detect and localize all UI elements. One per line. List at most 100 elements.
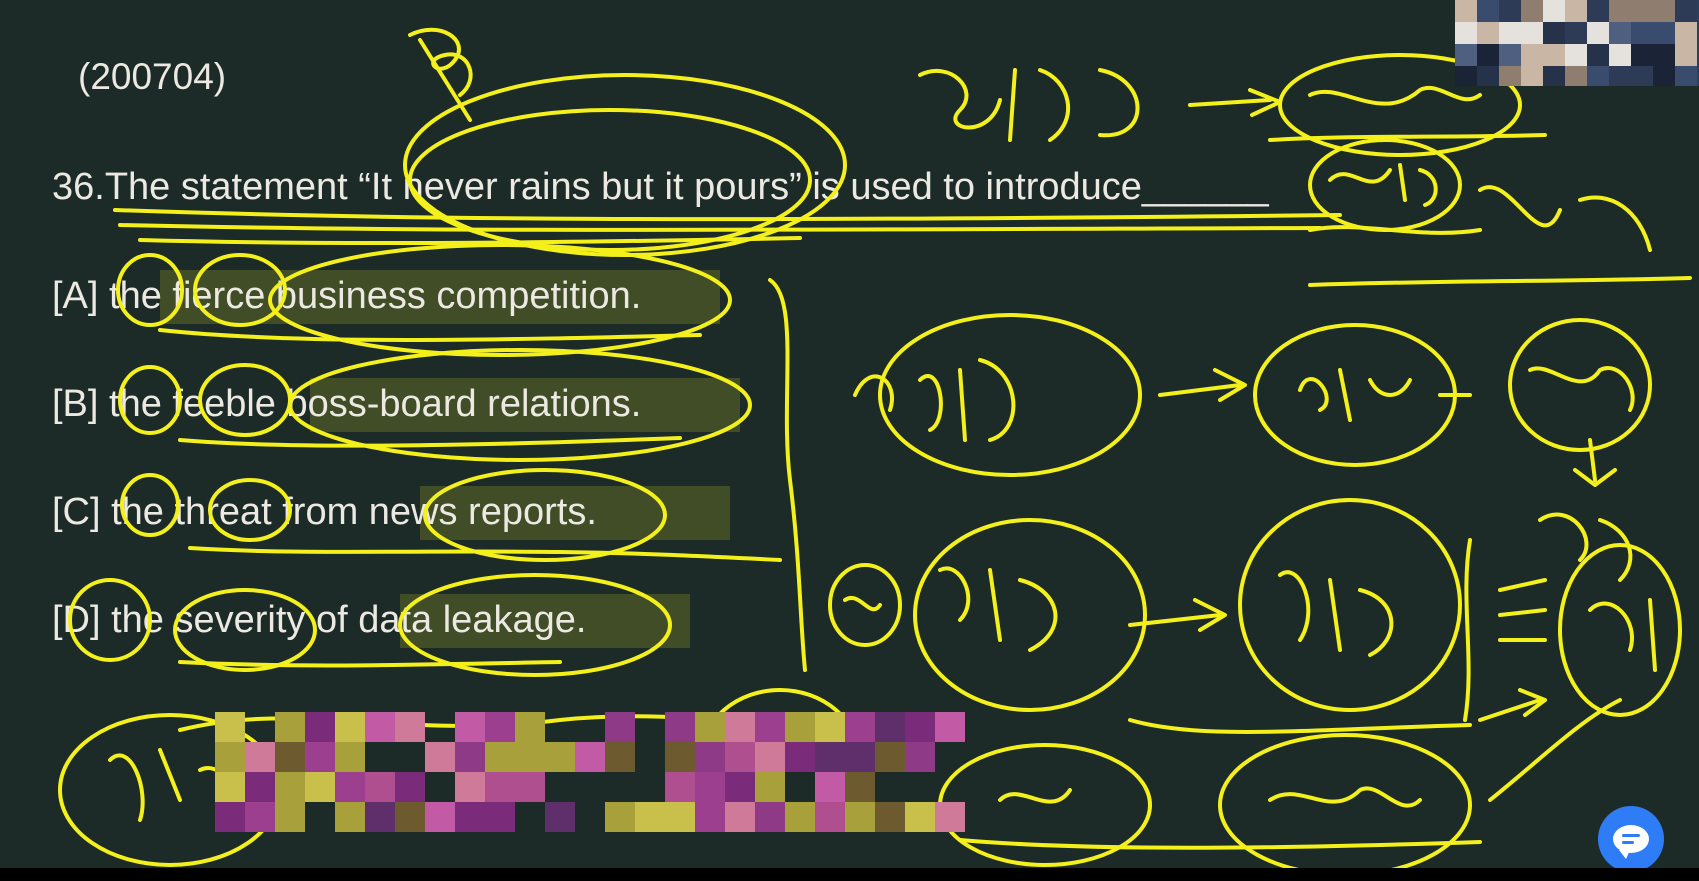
- webcam-tile: [1499, 66, 1521, 86]
- webcam-tile: [1477, 0, 1499, 22]
- mosaic-tile: [485, 802, 515, 832]
- mosaic-tile: [485, 772, 515, 802]
- mosaic-tile: [215, 742, 245, 772]
- webcam-tile: [1543, 66, 1565, 86]
- mosaic-tile: [395, 712, 425, 742]
- webcam-tile: [1631, 22, 1653, 44]
- mosaic-tile: [725, 772, 755, 802]
- mosaic-tile: [785, 742, 815, 772]
- mosaic-tile: [335, 772, 365, 802]
- mosaic-tile: [275, 742, 305, 772]
- webcam-tile: [1521, 0, 1543, 22]
- webcam-tile: [1609, 44, 1631, 66]
- webcam-tile: [1653, 0, 1675, 22]
- mosaic-tile: [545, 802, 575, 832]
- mosaic-tile: [305, 772, 335, 802]
- mosaic-tile: [665, 802, 695, 832]
- mosaic-tile: [815, 802, 845, 832]
- mosaic-tile: [665, 772, 695, 802]
- mosaic-tile: [815, 742, 845, 772]
- webcam-tile: [1543, 44, 1565, 66]
- webcam-tile: [1631, 0, 1653, 22]
- webcam-tile: [1521, 66, 1543, 86]
- mosaic-tile: [815, 772, 845, 802]
- webcam-tile: [1565, 0, 1587, 22]
- mosaic-tile: [275, 802, 305, 832]
- presenter-webcam: [1455, 0, 1699, 86]
- webcam-tile: [1477, 66, 1499, 86]
- mosaic-tile: [335, 742, 365, 772]
- mosaic-tile: [365, 712, 395, 742]
- mosaic-tile: [305, 712, 335, 742]
- webcam-tile: [1477, 44, 1499, 66]
- webcam-tile: [1565, 44, 1587, 66]
- mosaic-tile: [755, 802, 785, 832]
- mosaic-tile: [725, 742, 755, 772]
- mosaic-tile: [875, 802, 905, 832]
- mosaic-tile: [785, 712, 815, 742]
- webcam-tile: [1455, 0, 1477, 22]
- mosaic-tile: [755, 742, 785, 772]
- mosaic-tile: [725, 802, 755, 832]
- mosaic-tile: [335, 712, 365, 742]
- mosaic-tile: [875, 712, 905, 742]
- webcam-tile: [1587, 22, 1609, 44]
- webcam-tile: [1543, 0, 1565, 22]
- mosaic-tile: [905, 712, 935, 742]
- mosaic-tile: [845, 742, 875, 772]
- chat-button[interactable]: [1598, 806, 1664, 868]
- mosaic-tile: [905, 802, 935, 832]
- mosaic-tile: [275, 712, 305, 742]
- webcam-tile: [1499, 44, 1521, 66]
- webcam-tile: [1631, 44, 1653, 66]
- mosaic-tile: [845, 772, 875, 802]
- mosaic-tile: [725, 712, 755, 742]
- webcam-tile: [1565, 66, 1587, 86]
- mosaic-tile: [755, 772, 785, 802]
- webcam-tile: [1675, 66, 1697, 86]
- mosaic-tile: [695, 772, 725, 802]
- webcam-tile: [1499, 0, 1521, 22]
- mosaic-tile: [935, 712, 965, 742]
- mosaic-tile: [485, 712, 515, 742]
- mosaic-tile: [365, 772, 395, 802]
- webcam-tile: [1543, 22, 1565, 44]
- video-frame: (200704) 36.The statement “It never rain…: [0, 0, 1699, 868]
- mosaic-tile: [875, 742, 905, 772]
- mosaic-tile: [245, 802, 275, 832]
- mosaic-tile: [365, 802, 395, 832]
- mosaic-tile: [455, 772, 485, 802]
- mosaic-tile: [845, 712, 875, 742]
- webcam-tile: [1455, 44, 1477, 66]
- mosaic-tile: [305, 742, 335, 772]
- webcam-tile: [1499, 22, 1521, 44]
- mosaic-tile: [275, 772, 305, 802]
- mosaic-tile: [905, 742, 935, 772]
- mosaic-tile: [665, 742, 695, 772]
- mosaic-tile: [395, 772, 425, 802]
- mosaic-tile: [515, 742, 545, 772]
- webcam-tile: [1455, 66, 1477, 86]
- mosaic-tile: [215, 772, 245, 802]
- webcam-tile: [1565, 22, 1587, 44]
- webcam-tile: [1477, 22, 1499, 44]
- mosaic-tile: [665, 712, 695, 742]
- mosaic-tile: [395, 802, 425, 832]
- webcam-tile: [1653, 66, 1675, 86]
- webcam-tile: [1521, 44, 1543, 66]
- mosaic-tile: [455, 712, 485, 742]
- mosaic-tile: [215, 802, 245, 832]
- mosaic-tile: [575, 742, 605, 772]
- mosaic-tile: [245, 742, 275, 772]
- mosaic-tile: [935, 802, 965, 832]
- mosaic-tile: [635, 802, 665, 832]
- webcam-tile: [1675, 22, 1697, 44]
- mosaic-tile: [695, 712, 725, 742]
- webcam-tile: [1521, 22, 1543, 44]
- mosaic-tile: [335, 802, 365, 832]
- webcam-tile: [1653, 44, 1675, 66]
- mosaic-tile: [695, 742, 725, 772]
- mosaic-tile: [245, 772, 275, 802]
- webcam-tile: [1609, 0, 1631, 22]
- mosaic-tile: [215, 712, 245, 742]
